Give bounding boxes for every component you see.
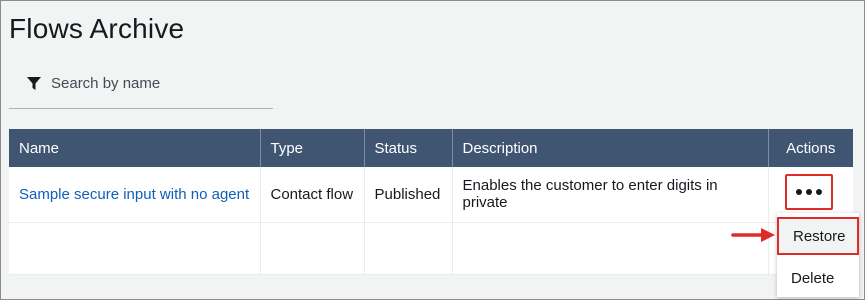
- search-input[interactable]: [51, 75, 251, 92]
- search-bar: [9, 59, 273, 109]
- delete-menu-item[interactable]: Delete: [777, 259, 859, 297]
- column-header-actions: Actions: [768, 129, 853, 167]
- column-header-name[interactable]: Name: [9, 129, 261, 167]
- more-actions-icon: [806, 189, 812, 195]
- table-header-row: Name Type Status Description Actions: [9, 129, 853, 167]
- cell-description: Enables the customer to enter digits in …: [452, 167, 769, 223]
- more-actions-icon: [796, 189, 802, 195]
- cell-name: Sample secure input with no agent: [9, 167, 261, 223]
- table-row: Sample secure input with no agent Contac…: [9, 167, 853, 223]
- actions-dropdown-menu: Restore Delete: [777, 213, 859, 297]
- table-row: [9, 222, 853, 275]
- cell-type: Contact flow: [260, 167, 365, 223]
- restore-menu-item[interactable]: Restore: [777, 217, 859, 255]
- callout-arrow-icon: [731, 228, 775, 242]
- cell-empty: [260, 222, 365, 275]
- page-title: Flows Archive: [9, 13, 185, 44]
- column-header-status[interactable]: Status: [364, 129, 453, 167]
- filter-icon: [27, 76, 41, 91]
- flow-name-link[interactable]: Sample secure input with no agent: [19, 186, 249, 203]
- column-header-type[interactable]: Type: [260, 129, 365, 167]
- column-header-description[interactable]: Description: [452, 129, 769, 167]
- flows-table: Name Type Status Description Actions Sam…: [9, 129, 853, 275]
- cell-empty: [9, 222, 261, 275]
- cell-empty: [452, 222, 769, 275]
- cell-status: Published: [364, 167, 453, 223]
- more-actions-icon: [816, 189, 822, 195]
- more-actions-button[interactable]: [785, 174, 833, 210]
- cell-empty: [364, 222, 453, 275]
